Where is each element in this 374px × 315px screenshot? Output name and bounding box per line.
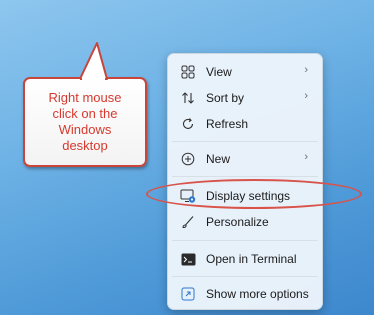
brush-icon — [180, 214, 196, 230]
menu-item-open-in-terminal[interactable]: Open in Terminal — [168, 246, 322, 272]
menu-item-open-in-terminal-label: Open in Terminal — [206, 252, 297, 266]
chevron-right-icon: › — [304, 151, 308, 163]
menu-item-sort-by-label: Sort by — [206, 91, 245, 105]
menu-item-view[interactable]: View › — [168, 59, 322, 85]
menu-item-personalize[interactable]: Personalize — [168, 209, 322, 235]
menu-item-show-more-options-label: Show more options — [206, 287, 309, 301]
menu-item-sort-by[interactable]: Sort by › — [168, 85, 322, 111]
annotation-callout: Right mouse click on the Windows desktop — [23, 77, 147, 167]
plus-circle-icon — [180, 151, 196, 167]
display-settings-icon — [180, 188, 196, 204]
menu-item-display-settings-label: Display settings — [206, 189, 291, 203]
menu-separator — [172, 141, 318, 142]
menu-item-display-settings[interactable]: Display settings — [168, 183, 322, 209]
sort-arrows-icon — [180, 90, 196, 106]
menu-separator — [172, 176, 318, 177]
chevron-right-icon: › — [304, 64, 308, 76]
more-options-icon — [180, 286, 196, 302]
menu-item-show-more-options[interactable]: Show more options — [168, 281, 322, 307]
menu-item-personalize-label: Personalize — [206, 215, 269, 229]
menu-item-view-label: View — [206, 65, 232, 79]
menu-separator — [172, 240, 318, 241]
terminal-icon — [180, 251, 196, 267]
menu-item-new[interactable]: New › — [168, 146, 322, 172]
desktop-context-menu: View › Sort by › Refresh New › Display s… — [167, 53, 323, 310]
menu-separator — [172, 276, 318, 277]
menu-item-refresh-label: Refresh — [206, 117, 249, 131]
callout-text: Right mouse click on the Windows desktop — [48, 90, 122, 153]
refresh-icon — [180, 116, 196, 132]
menu-item-refresh[interactable]: Refresh — [168, 111, 322, 137]
callout-pointer — [80, 42, 108, 81]
grid-view-icon — [180, 64, 196, 80]
menu-item-new-label: New — [206, 152, 231, 166]
chevron-right-icon: › — [304, 90, 308, 102]
